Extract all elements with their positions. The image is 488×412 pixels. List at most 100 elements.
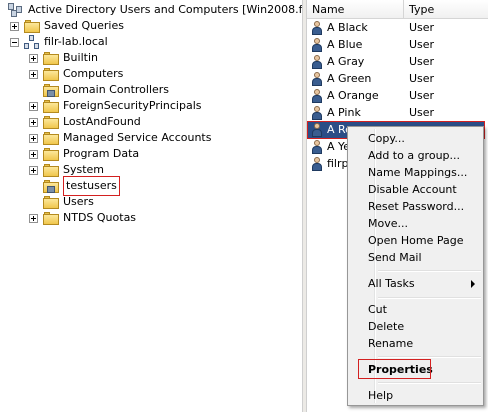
menu-separator — [378, 270, 481, 272]
tree-item-program-data[interactable]: Program Data — [29, 146, 139, 162]
user-name: A Pink — [327, 106, 361, 119]
expand-icon[interactable] — [10, 21, 19, 31]
user-icon — [311, 157, 323, 171]
tree-pane: Active Directory Users and Computers [Wi… — [0, 0, 302, 412]
user-name: A Green — [327, 72, 372, 85]
menu-item-help[interactable]: Help — [350, 387, 481, 404]
menu-item-open-home-page[interactable]: Open Home Page — [350, 232, 481, 249]
tree-item-managed-service-accounts[interactable]: Managed Service Accounts — [29, 130, 211, 146]
folder-icon — [43, 51, 59, 65]
tree-item-computers[interactable]: Computers — [29, 66, 123, 82]
column-header-name[interactable]: Name — [307, 0, 404, 19]
menu-item-add-to-group[interactable]: Add to a group... — [350, 147, 481, 164]
user-name: filrp — [327, 157, 349, 170]
tree-item-label-highlighted[interactable]: testusers — [63, 176, 120, 196]
folder-icon — [43, 211, 59, 225]
user-name: A Orange — [327, 89, 379, 102]
expand-icon[interactable] — [29, 165, 38, 175]
tree-item-label[interactable]: ForeignSecurityPrincipals — [63, 98, 202, 114]
expand-icon[interactable] — [29, 117, 38, 127]
tree-item-label[interactable]: Users — [63, 194, 94, 210]
folder-icon — [24, 19, 40, 33]
user-icon — [311, 38, 323, 52]
list-item[interactable]: A Blue User — [311, 37, 486, 53]
tree-item-label[interactable]: filr-lab.local — [44, 34, 108, 50]
menu-item-all-tasks[interactable]: All Tasks — [350, 275, 481, 292]
tree-item-label[interactable]: Builtin — [63, 50, 98, 66]
folder-icon — [43, 195, 59, 209]
ou-folder-icon — [43, 83, 59, 97]
user-type: User — [409, 21, 435, 34]
list-item[interactable]: A Green User — [311, 71, 486, 87]
menu-separator — [378, 297, 481, 299]
tree-item-label[interactable]: Domain Controllers — [63, 82, 169, 98]
submenu-arrow-icon — [471, 280, 475, 288]
user-name: A Black — [327, 21, 368, 34]
tree-item-label[interactable]: LostAndFound — [63, 114, 141, 130]
user-type: User — [409, 38, 435, 51]
menu-separator — [378, 382, 481, 384]
tree-item-saved-queries[interactable]: Saved Queries — [10, 18, 124, 34]
list-header: Name Type — [307, 0, 488, 19]
folder-icon — [43, 99, 59, 113]
menu-item-delete[interactable]: Delete — [350, 318, 481, 335]
expand-icon[interactable] — [29, 149, 38, 159]
tree-item-domain-controllers[interactable]: Domain Controllers — [29, 82, 169, 98]
menu-item-move[interactable]: Move... — [350, 215, 481, 232]
folder-icon — [43, 67, 59, 81]
menu-item-rename[interactable]: Rename — [350, 335, 481, 352]
tree-item-label[interactable]: NTDS Quotas — [63, 210, 136, 226]
tree-item-domain[interactable]: filr-lab.local — [10, 34, 108, 50]
tree-item-lost-and-found[interactable]: LostAndFound — [29, 114, 141, 130]
tree-item-builtin[interactable]: Builtin — [29, 50, 98, 66]
user-name: A Gray — [327, 55, 365, 68]
menu-item-cut[interactable]: Cut — [350, 301, 481, 318]
tree-item-users[interactable]: Users — [29, 194, 94, 210]
expand-icon[interactable] — [29, 133, 38, 143]
tree-item-label[interactable]: Computers — [63, 66, 123, 82]
list-item[interactable]: A Gray User — [311, 54, 486, 70]
expand-icon[interactable] — [29, 101, 38, 111]
list-item[interactable]: A Orange User — [311, 88, 486, 104]
user-icon — [311, 72, 323, 86]
ou-folder-icon — [43, 179, 59, 193]
tree-item-testusers[interactable]: testusers — [29, 176, 120, 196]
tree-item-label[interactable]: Managed Service Accounts — [63, 130, 211, 146]
folder-icon — [43, 147, 59, 161]
expand-icon[interactable] — [29, 53, 38, 63]
list-item[interactable]: A Black User — [311, 20, 486, 36]
tree-root[interactable]: Active Directory Users and Computers [Wi… — [8, 2, 302, 18]
user-type: User — [409, 106, 435, 119]
folder-icon — [43, 131, 59, 145]
column-header-type[interactable]: Type — [404, 0, 488, 19]
list-item[interactable]: A Ye — [311, 139, 351, 155]
expand-icon[interactable] — [29, 69, 38, 79]
user-icon — [311, 140, 323, 154]
tree-item-ntds-quotas[interactable]: NTDS Quotas — [29, 210, 136, 226]
list-item[interactable]: filrp — [311, 156, 351, 172]
expand-icon[interactable] — [29, 213, 38, 223]
tree-root-label[interactable]: Active Directory Users and Computers [Wi… — [28, 2, 302, 18]
user-icon — [311, 21, 323, 35]
menu-item-name-mappings[interactable]: Name Mappings... — [350, 164, 481, 181]
menu-separator — [378, 356, 481, 358]
domain-icon — [24, 35, 40, 49]
tree-item-label[interactable]: Saved Queries — [44, 18, 124, 34]
user-type: User — [409, 89, 435, 102]
collapse-icon[interactable] — [10, 37, 19, 47]
menu-item-label: All Tasks — [368, 277, 415, 290]
user-type: User — [409, 72, 435, 85]
aduc-root-icon — [8, 3, 24, 17]
menu-item-send-mail[interactable]: Send Mail — [350, 249, 481, 266]
folder-icon — [43, 163, 59, 177]
user-name: A Blue — [327, 38, 363, 51]
menu-item-copy[interactable]: Copy... — [350, 130, 481, 147]
list-item[interactable]: A Pink User — [311, 105, 486, 121]
menu-item-reset-password[interactable]: Reset Password... — [350, 198, 481, 215]
user-type: User — [409, 55, 435, 68]
menu-item-disable-account[interactable]: Disable Account — [350, 181, 481, 198]
tree-item-label[interactable]: Program Data — [63, 146, 139, 162]
user-icon — [311, 89, 323, 103]
user-icon — [311, 55, 323, 69]
tree-item-foreign-security-principals[interactable]: ForeignSecurityPrincipals — [29, 98, 202, 114]
